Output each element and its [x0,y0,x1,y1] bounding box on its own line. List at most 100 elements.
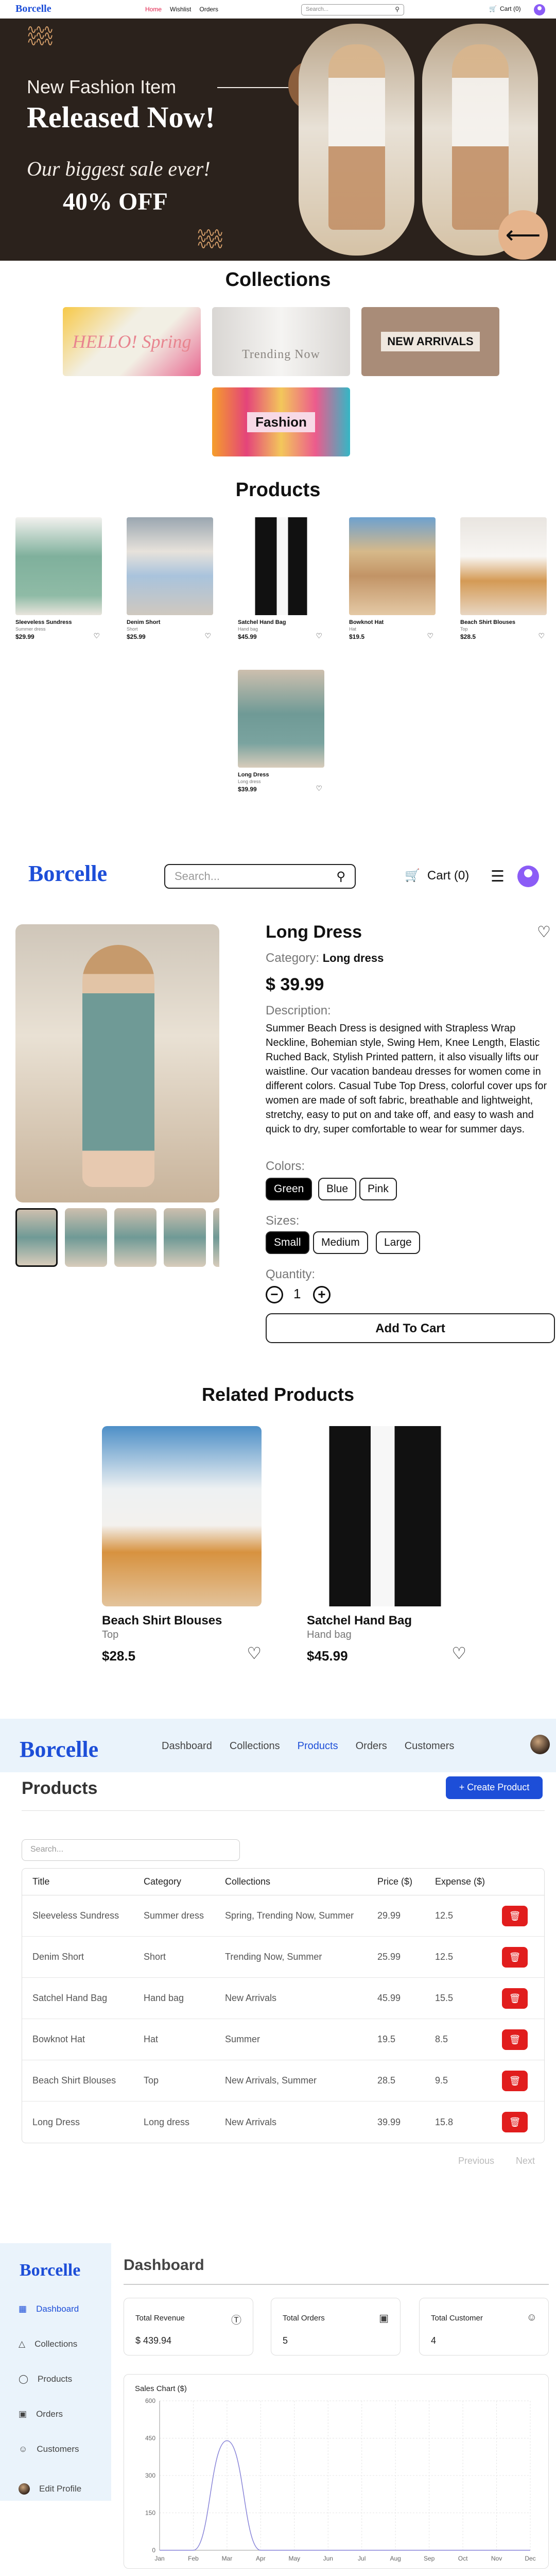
product-card[interactable]: Sleeveless Sundress Summer dress $29.99 … [15,517,102,640]
admin-logo[interactable]: Borcelle [20,1736,98,1762]
color-option-blue[interactable]: Blue [318,1178,357,1200]
product-image[interactable] [102,1426,262,1606]
product-card[interactable]: Beach Shirt Blouses Top $28.5 ♡ [460,517,547,640]
heart-icon[interactable]: ♡ [93,632,100,640]
column-header[interactable]: Category [133,1869,215,1895]
heart-icon[interactable]: ♡ [316,784,322,793]
user-avatar[interactable] [517,866,539,887]
product-thumbnail[interactable] [213,1208,219,1267]
collection-card-trending[interactable]: Trending Now [212,307,350,376]
product-image[interactable] [127,517,213,615]
column-header[interactable]: Collections [215,1869,367,1895]
next-page-button[interactable]: Next [516,2156,535,2166]
size-option-medium[interactable]: Medium [313,1231,368,1254]
sales-line [159,2440,530,2551]
store-search-input[interactable]: Search... ⚲ [301,4,404,15]
heart-icon[interactable]: ♡ [427,632,433,640]
product-image[interactable] [238,670,324,768]
delete-button[interactable]: 🗑 [502,1946,528,1968]
create-product-button[interactable]: + Create Product [446,1776,543,1799]
product-image[interactable] [15,517,102,615]
product-image[interactable] [460,517,547,615]
products-search-input[interactable]: Search... [22,1839,240,1861]
category-label: Category: [266,951,320,965]
admin-nav-collections[interactable]: Collections [230,1740,280,1752]
heart-icon[interactable]: ♡ [204,632,211,640]
column-header[interactable]: Title [22,1869,133,1895]
search-icon[interactable]: ⚲ [395,6,399,13]
nav-link-home[interactable]: Home [145,6,162,13]
heart-icon[interactable]: ♡ [537,923,551,941]
delete-button[interactable]: 🗑 [502,2029,528,2050]
admin-nav-products[interactable]: Products [298,1740,338,1752]
admin-avatar[interactable] [530,1735,550,1754]
previous-page-button[interactable]: Previous [458,2156,494,2166]
sidebar-item-products[interactable]: ◯ Products [19,2374,72,2384]
arrow-left-icon[interactable]: ⟵ [498,210,548,260]
related-product-card[interactable]: Satchel Hand Bag Hand bag $45.99 ♡ [307,1426,466,1664]
heart-icon[interactable]: ♡ [538,632,545,640]
table-cell: Sleeveless Sundress [22,1895,133,1937]
delete-button[interactable]: 🗑 [502,2112,528,2132]
table-row[interactable]: Sleeveless Sundress Summer dress Spring, T… [22,1895,544,1937]
table-cell: Spring, Trending Now, Summer [215,1895,367,1937]
product-card[interactable]: Long Dress Long dress $39.99 ♡ [238,670,324,793]
store-logo[interactable]: Borcelle [15,3,51,15]
store-logo[interactable]: Borcelle [28,860,107,887]
edit-profile-link[interactable]: Edit Profile [19,2483,81,2495]
delete-button[interactable]: 🗑 [502,1988,528,2009]
table-row[interactable]: Satchel Hand Bag Hand bag New Arrivals 45.9… [22,1978,544,2019]
product-card[interactable]: Satchel Hand Bag Hand bag $45.99 ♡ [238,517,324,640]
minus-icon[interactable]: − [266,1286,283,1303]
product-image[interactable] [349,517,436,615]
table-row[interactable]: Long Dress Long dress New Arrivals 39.99 15.… [22,2102,544,2143]
product-thumbnail[interactable] [164,1208,206,1267]
user-avatar[interactable] [534,4,545,15]
detail-search-input[interactable]: Search... ⚲ [164,864,356,889]
product-card[interactable]: Denim Short Short $25.99 ♡ [127,517,213,640]
product-image[interactable] [307,1426,466,1606]
admin-nav-dashboard[interactable]: Dashboard [162,1740,212,1752]
color-option-green[interactable]: Green [266,1178,312,1200]
product-thumbnail[interactable] [15,1208,58,1267]
product-image[interactable] [238,517,324,615]
size-option-large[interactable]: Large [376,1231,420,1254]
nav-link-wishlist[interactable]: Wishlist [170,6,191,13]
collection-card-spring[interactable]: HELLO! Spring [63,307,201,376]
heart-icon[interactable]: ♡ [451,1643,466,1663]
related-product-card[interactable]: Beach Shirt Blouses Top $28.5 ♡ [102,1426,262,1664]
dashboard-logo[interactable]: Borcelle [20,2261,80,2280]
product-card[interactable]: Bowknot Hat Hat $19.5 ♡ [349,517,436,640]
delete-button[interactable]: 🗑 [502,2070,528,2091]
table-cell: Denim Short [22,1937,133,1978]
sidebar-item-orders[interactable]: ▣ Orders [19,2409,63,2419]
heart-icon[interactable]: ♡ [316,632,322,640]
size-option-small[interactable]: Small [266,1231,309,1254]
product-thumbnail[interactable] [65,1208,107,1267]
column-header[interactable]: Price ($) [367,1869,425,1895]
cart-button[interactable]: 🛒 Cart (0) [405,868,469,883]
collection-card-new-arrivals[interactable]: NEW ARRIVALS [361,307,499,376]
menu-icon[interactable]: ☰ [491,868,505,886]
sidebar-item-customers[interactable]: ☺ Customers [19,2444,79,2454]
table-row[interactable]: Bowknot Hat Hat Summer 19.5 8.5 🗑 [22,2019,544,2060]
product-price: $39.99 [238,786,257,793]
color-option-pink[interactable]: Pink [359,1178,397,1200]
nav-link-orders[interactable]: Orders [199,6,218,13]
add-to-cart-button[interactable]: Add To Cart [266,1313,555,1343]
column-header[interactable]: Expense ($) [425,1869,492,1895]
table-row[interactable]: Denim Short Short Trending Now, Summer 25.9… [22,1937,544,1978]
sidebar-item-collections[interactable]: △ Collections [19,2339,77,2349]
plus-icon[interactable]: + [313,1286,331,1303]
collection-card-fashion[interactable]: Fashion [212,387,350,456]
sidebar-item-dashboard[interactable]: ▦ Dashboard [19,2304,79,2314]
admin-nav-orders[interactable]: Orders [356,1740,387,1752]
product-thumbnail[interactable] [114,1208,157,1267]
table-row[interactable]: Beach Shirt Blouses Top New Arrivals, Summ… [22,2060,544,2102]
heart-icon[interactable]: ♡ [247,1643,262,1663]
delete-button[interactable]: 🗑 [502,1905,528,1926]
search-icon[interactable]: ⚲ [336,869,345,884]
cart-button[interactable]: 🛒 Cart (0) [489,5,521,12]
admin-nav-customers[interactable]: Customers [405,1740,455,1752]
hero-banner[interactable]: ∿∿∿ ∿∿∿ ∿∿∿ ∿∿∿ ∿∿∿ ∿∿∿ New Fashion Item Rel… [0,19,556,261]
